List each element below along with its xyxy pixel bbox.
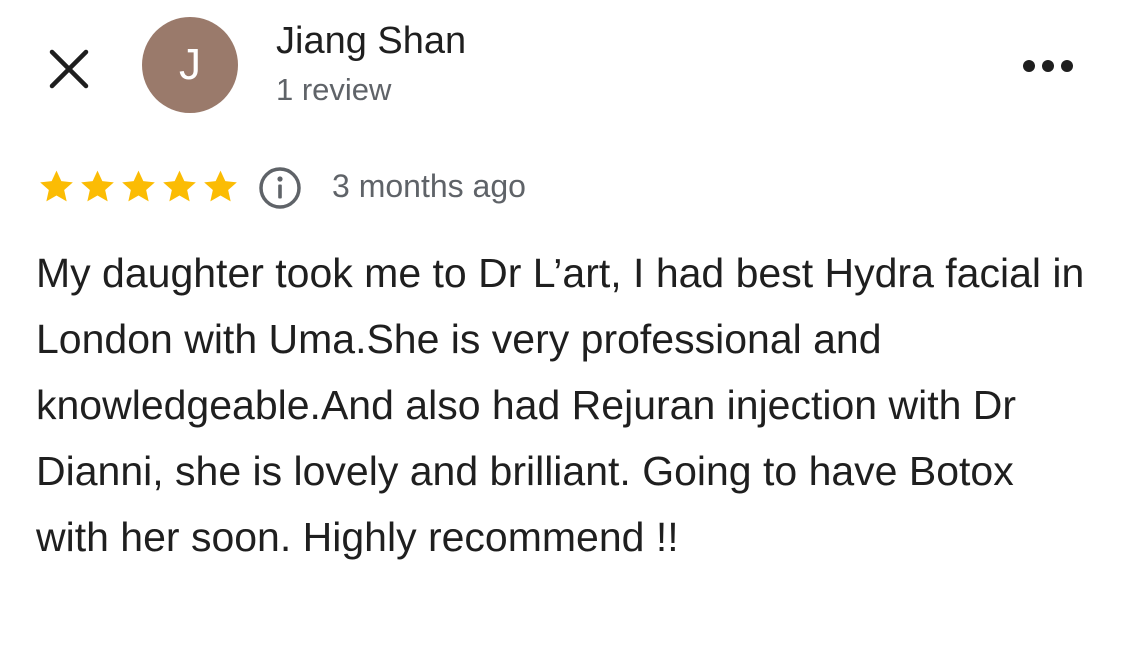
avatar-initial: J	[179, 40, 201, 89]
review-text: My daughter took me to Dr L’art, I had b…	[36, 250, 1085, 560]
star-icon	[122, 170, 155, 202]
star-rating	[36, 167, 241, 207]
star-icon	[40, 170, 73, 202]
star-icon	[204, 170, 237, 202]
reviewer-review-count[interactable]: 1 review	[276, 72, 391, 108]
close-button[interactable]	[46, 46, 94, 94]
star-icon	[163, 170, 196, 202]
star-icon	[81, 170, 114, 202]
info-button[interactable]	[256, 164, 304, 212]
review-time: 3 months ago	[332, 168, 526, 204]
close-icon	[49, 49, 89, 89]
info-icon	[259, 167, 301, 209]
more-horizontal-icon	[1023, 60, 1073, 72]
avatar[interactable]: J	[142, 17, 238, 113]
reviewer-name[interactable]: Jiang Shan	[276, 20, 466, 63]
more-options-button[interactable]	[1018, 48, 1078, 84]
